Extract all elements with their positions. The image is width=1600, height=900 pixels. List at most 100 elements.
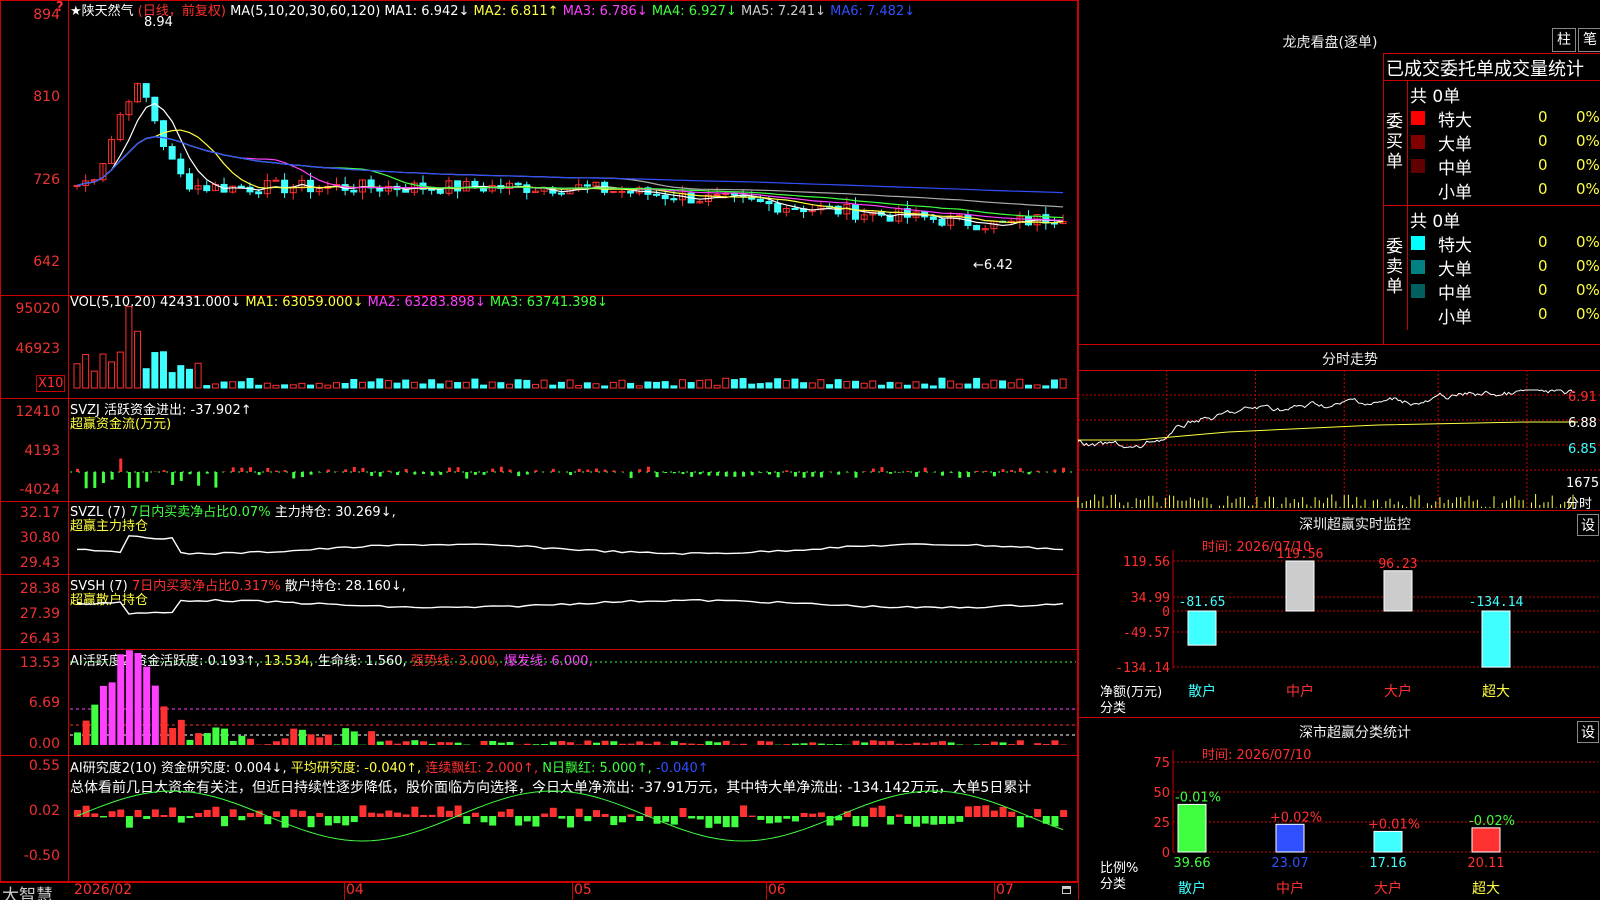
intraday-chart[interactable]: [1077, 370, 1600, 511]
order-row-pct: 0%: [1576, 233, 1600, 251]
activity-bar: [783, 744, 791, 745]
research-bar: [134, 810, 142, 817]
retail-position-line: [76, 598, 1064, 615]
volume-bar: [903, 384, 911, 389]
order-color-swatch: [1411, 159, 1425, 173]
volume-bar: [229, 381, 237, 389]
volume-bar: [644, 381, 652, 389]
x-label: 06: [768, 882, 786, 898]
volume-bar: [627, 382, 635, 389]
activity-bar: [324, 734, 332, 745]
candle-body: [852, 204, 859, 220]
volume-bar: [540, 379, 548, 389]
candle-body: [350, 189, 358, 193]
order-total: 共 0单: [1410, 87, 1461, 107]
research-bar: [143, 816, 151, 819]
research-bar: [186, 816, 194, 818]
research-bar: [445, 810, 453, 817]
research-bar: [766, 816, 773, 824]
volume-bar: [583, 382, 591, 389]
activity-bar: [264, 744, 272, 745]
research-bar: [964, 806, 972, 817]
flow-bar: [231, 467, 235, 472]
volume-bar: [82, 354, 90, 389]
monitor-title: 深圳超赢实时监控: [1299, 517, 1411, 533]
activity-bar: [1034, 743, 1042, 745]
volume-bar: [125, 306, 133, 389]
activity-bar: [489, 740, 497, 745]
stats-bar-chart[interactable]: 75 50 25 0 -0.01% 39.66 散户 +0.02% 23.07 中户 +0.01% 1…: [1078, 750, 1600, 900]
activity-bar: [143, 666, 151, 745]
activity-bar: [549, 741, 557, 745]
activity-bar: [913, 742, 921, 745]
activity-bar: [662, 744, 670, 745]
flow-bar: [145, 472, 149, 482]
order-side-divider: [1407, 80, 1408, 330]
ai-active-chart[interactable]: [0, 649, 1078, 756]
flow-bar: [119, 458, 123, 472]
research-bar: [221, 816, 229, 827]
candlestick-chart[interactable]: [0, 0, 1078, 296]
research-bar: [895, 814, 903, 817]
stats-settings-button[interactable]: 设: [1577, 721, 1599, 743]
research-bar: [125, 816, 133, 828]
flow-bar: [430, 472, 434, 476]
flow-bar: [240, 467, 244, 472]
research-bar: [169, 807, 177, 817]
activity-bar: [82, 720, 90, 745]
volume-chart[interactable]: [0, 295, 1078, 399]
ai-research-chart[interactable]: [0, 755, 1078, 882]
activity-bar: [791, 743, 799, 745]
flow-bar: [768, 472, 771, 475]
research-bar: [567, 816, 575, 828]
candle-body: [557, 192, 565, 195]
flow-bar: [352, 466, 356, 472]
volume-bar: [1042, 385, 1050, 389]
research-bar: [160, 814, 168, 817]
volume-bar: [912, 381, 920, 389]
activity-bar: [809, 742, 817, 745]
tab-tick-view[interactable]: 笔: [1578, 28, 1600, 52]
flow-bar: [1027, 472, 1031, 475]
research-bar: [108, 811, 116, 817]
research-bar: [679, 807, 687, 817]
flow-bar: [499, 466, 503, 472]
volume-bar: [748, 383, 756, 389]
volume-bar: [549, 384, 557, 389]
flow-bar: [759, 472, 763, 473]
order-row-count: 0: [1538, 233, 1548, 251]
volume-bar: [557, 381, 565, 389]
flow-bar: [93, 472, 97, 488]
volume-bar: [575, 384, 583, 389]
flow-bar: [569, 472, 573, 476]
activity-bar: [394, 743, 402, 745]
brand-logo[interactable]: 大智慧: [2, 881, 53, 900]
monitor-settings-button[interactable]: 设: [1577, 514, 1599, 536]
candle-body: [765, 201, 773, 205]
research-bar: [1034, 809, 1042, 817]
research-bar: [887, 816, 895, 825]
volume-bar: [358, 381, 366, 389]
intraday-tick: 6.85: [1568, 442, 1597, 457]
order-color-swatch: [1411, 260, 1425, 274]
volume-bar: [445, 380, 453, 389]
volume-bar: [756, 383, 764, 389]
flow-bar: [84, 472, 88, 489]
tab-bar-view[interactable]: 柱: [1552, 28, 1576, 52]
stats-tick: 25: [1153, 816, 1170, 831]
candle-body: [774, 203, 782, 213]
volume-bar: [462, 381, 470, 389]
volume-bar: [168, 372, 176, 389]
research-bar: [783, 816, 791, 819]
flow-bar: [724, 472, 728, 477]
monitor-tick: 0: [1162, 605, 1170, 620]
flow-bar: [249, 467, 252, 472]
svzj-chart[interactable]: [0, 398, 1078, 502]
svsh-chart[interactable]: [0, 574, 1078, 650]
research-bar: [151, 809, 159, 817]
svzl-chart[interactable]: [0, 501, 1078, 575]
activity-bar: [800, 743, 808, 745]
lock-icon[interactable]: [1062, 886, 1071, 894]
stats-bar: [1471, 827, 1501, 853]
research-bar: [947, 816, 955, 824]
